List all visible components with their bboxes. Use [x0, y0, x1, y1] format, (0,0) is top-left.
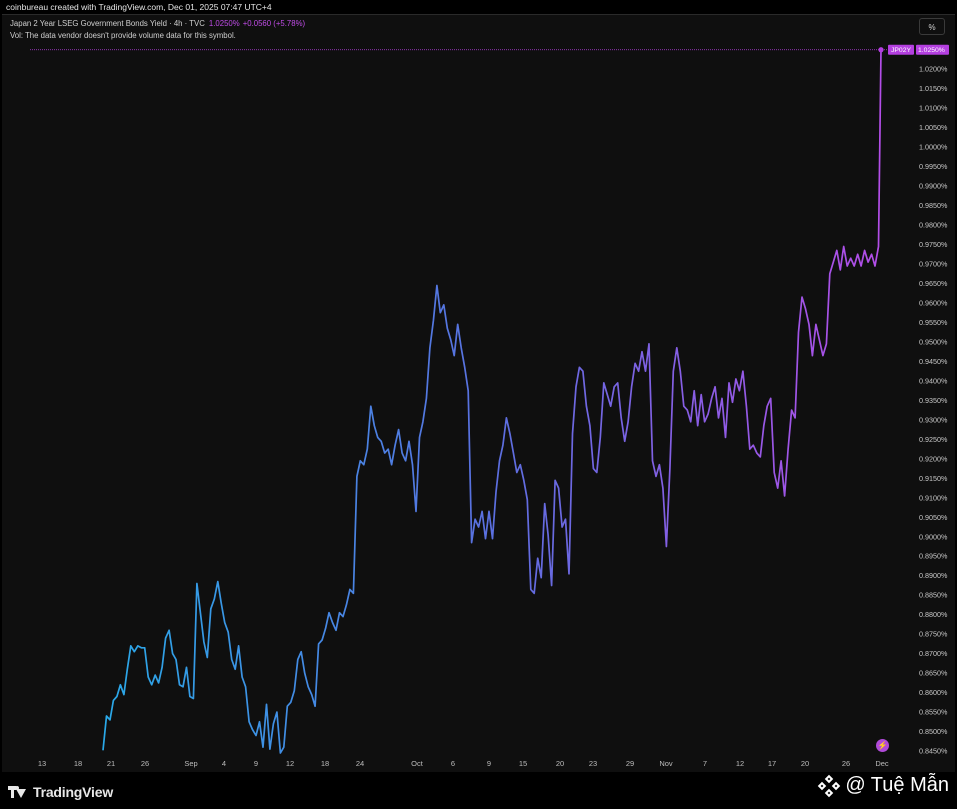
watermark-text: @ Tuệ Mẫn	[845, 774, 949, 796]
x-tick-label: 26	[842, 759, 850, 768]
y-tick-label: 0.9800%	[919, 221, 948, 230]
y-tick-label: 0.9200%	[919, 454, 948, 463]
x-tick-label: 17	[768, 759, 776, 768]
x-tick-label: 13	[38, 759, 46, 768]
price-chart[interactable]: 1.0200% 1.0150% 1.0100% 1.0050% 1.0000% 0.995…	[0, 0, 957, 772]
y-tick-label: 1.0200%	[919, 65, 948, 74]
x-tick-label: Nov	[659, 759, 673, 768]
y-axis: 1.0200% 1.0150% 1.0100% 1.0050% 1.0000% 0.995…	[919, 65, 948, 756]
y-tick-label: 0.8650%	[919, 669, 948, 678]
binance-icon	[818, 774, 841, 797]
x-tick-label: 7	[703, 759, 707, 768]
y-tick-label: 1.0150%	[919, 84, 948, 93]
y-tick-label: 1.0050%	[919, 123, 948, 132]
y-tick-label: 0.9400%	[919, 376, 948, 385]
y-tick-label: 0.9700%	[919, 260, 948, 269]
y-tick-label: 0.8750%	[919, 630, 948, 639]
x-axis: 13 18 21 26 Sep 4 9 12 18 24 Oct 6 9 15 20 23 29 Nov 7 12 17…	[38, 759, 889, 768]
x-tick-label: 4	[222, 759, 226, 768]
x-tick-label: 9	[487, 759, 491, 768]
price-tag: JP02Y 1.0250%	[888, 44, 949, 55]
x-tick-label: 15	[519, 759, 527, 768]
x-tick-label: 12	[286, 759, 294, 768]
y-tick-label: 0.8500%	[919, 727, 948, 736]
y-tick-label: 0.9550%	[919, 318, 948, 327]
y-tick-label: 0.8450%	[919, 747, 948, 756]
price-tag-value: 1.0250%	[918, 47, 945, 54]
x-tick-label: Dec	[875, 759, 889, 768]
x-tick-label: 6	[451, 759, 455, 768]
y-tick-label: 0.9950%	[919, 162, 948, 171]
y-tick-label: 0.8700%	[919, 649, 948, 658]
x-tick-label: 18	[321, 759, 329, 768]
y-tick-label: 0.9650%	[919, 279, 948, 288]
x-tick-label: 9	[254, 759, 258, 768]
x-tick-label: 23	[589, 759, 597, 768]
tradingview-logo-text: TradingView	[33, 784, 114, 800]
y-tick-label: 0.8600%	[919, 688, 948, 697]
x-tick-label: 20	[556, 759, 564, 768]
author-watermark: @ Tuệ Mẫn	[818, 774, 949, 797]
y-tick-label: 0.9850%	[919, 201, 948, 210]
last-point-marker	[878, 47, 884, 53]
y-tick-label: 1.0100%	[919, 104, 948, 113]
y-tick-label: 1.0000%	[919, 143, 948, 152]
y-tick-label: 0.8950%	[919, 552, 948, 561]
tradingview-logo[interactable]: TradingView	[8, 784, 113, 800]
y-tick-label: 0.9350%	[919, 396, 948, 405]
y-tick-label: 0.9250%	[919, 435, 948, 444]
y-tick-label: 0.8800%	[919, 610, 948, 619]
x-tick-label: Sep	[184, 759, 197, 768]
footer-bar: TradingView @ Tuệ Mẫn	[0, 772, 957, 809]
x-tick-label: Oct	[411, 759, 424, 768]
y-tick-label: 0.9900%	[919, 182, 948, 191]
price-tag-symbol: JP02Y	[891, 47, 911, 54]
y-tick-label: 0.9300%	[919, 415, 948, 424]
y-tick-label: 0.9050%	[919, 513, 948, 522]
x-tick-label: 21	[107, 759, 115, 768]
x-tick-label: 20	[801, 759, 809, 768]
y-tick-label: 0.9000%	[919, 532, 948, 541]
y-tick-label: 0.9500%	[919, 337, 948, 346]
y-tick-label: 0.8550%	[919, 708, 948, 717]
y-tick-label: 0.9150%	[919, 474, 948, 483]
y-tick-label: 0.8900%	[919, 571, 948, 580]
x-tick-label: 26	[141, 759, 149, 768]
x-tick-label: 29	[626, 759, 634, 768]
price-line	[102, 49, 882, 754]
tradingview-logo-icon	[8, 786, 28, 798]
x-tick-label: 24	[356, 759, 364, 768]
lightning-icon[interactable]: ⚡	[876, 739, 889, 752]
y-tick-label: 0.8850%	[919, 591, 948, 600]
y-tick-label: 0.9450%	[919, 357, 948, 366]
x-tick-label: 18	[74, 759, 82, 768]
x-tick-label: 12	[736, 759, 744, 768]
y-tick-label: 0.9750%	[919, 240, 948, 249]
y-tick-label: 0.9600%	[919, 298, 948, 307]
y-tick-label: 0.9100%	[919, 493, 948, 502]
